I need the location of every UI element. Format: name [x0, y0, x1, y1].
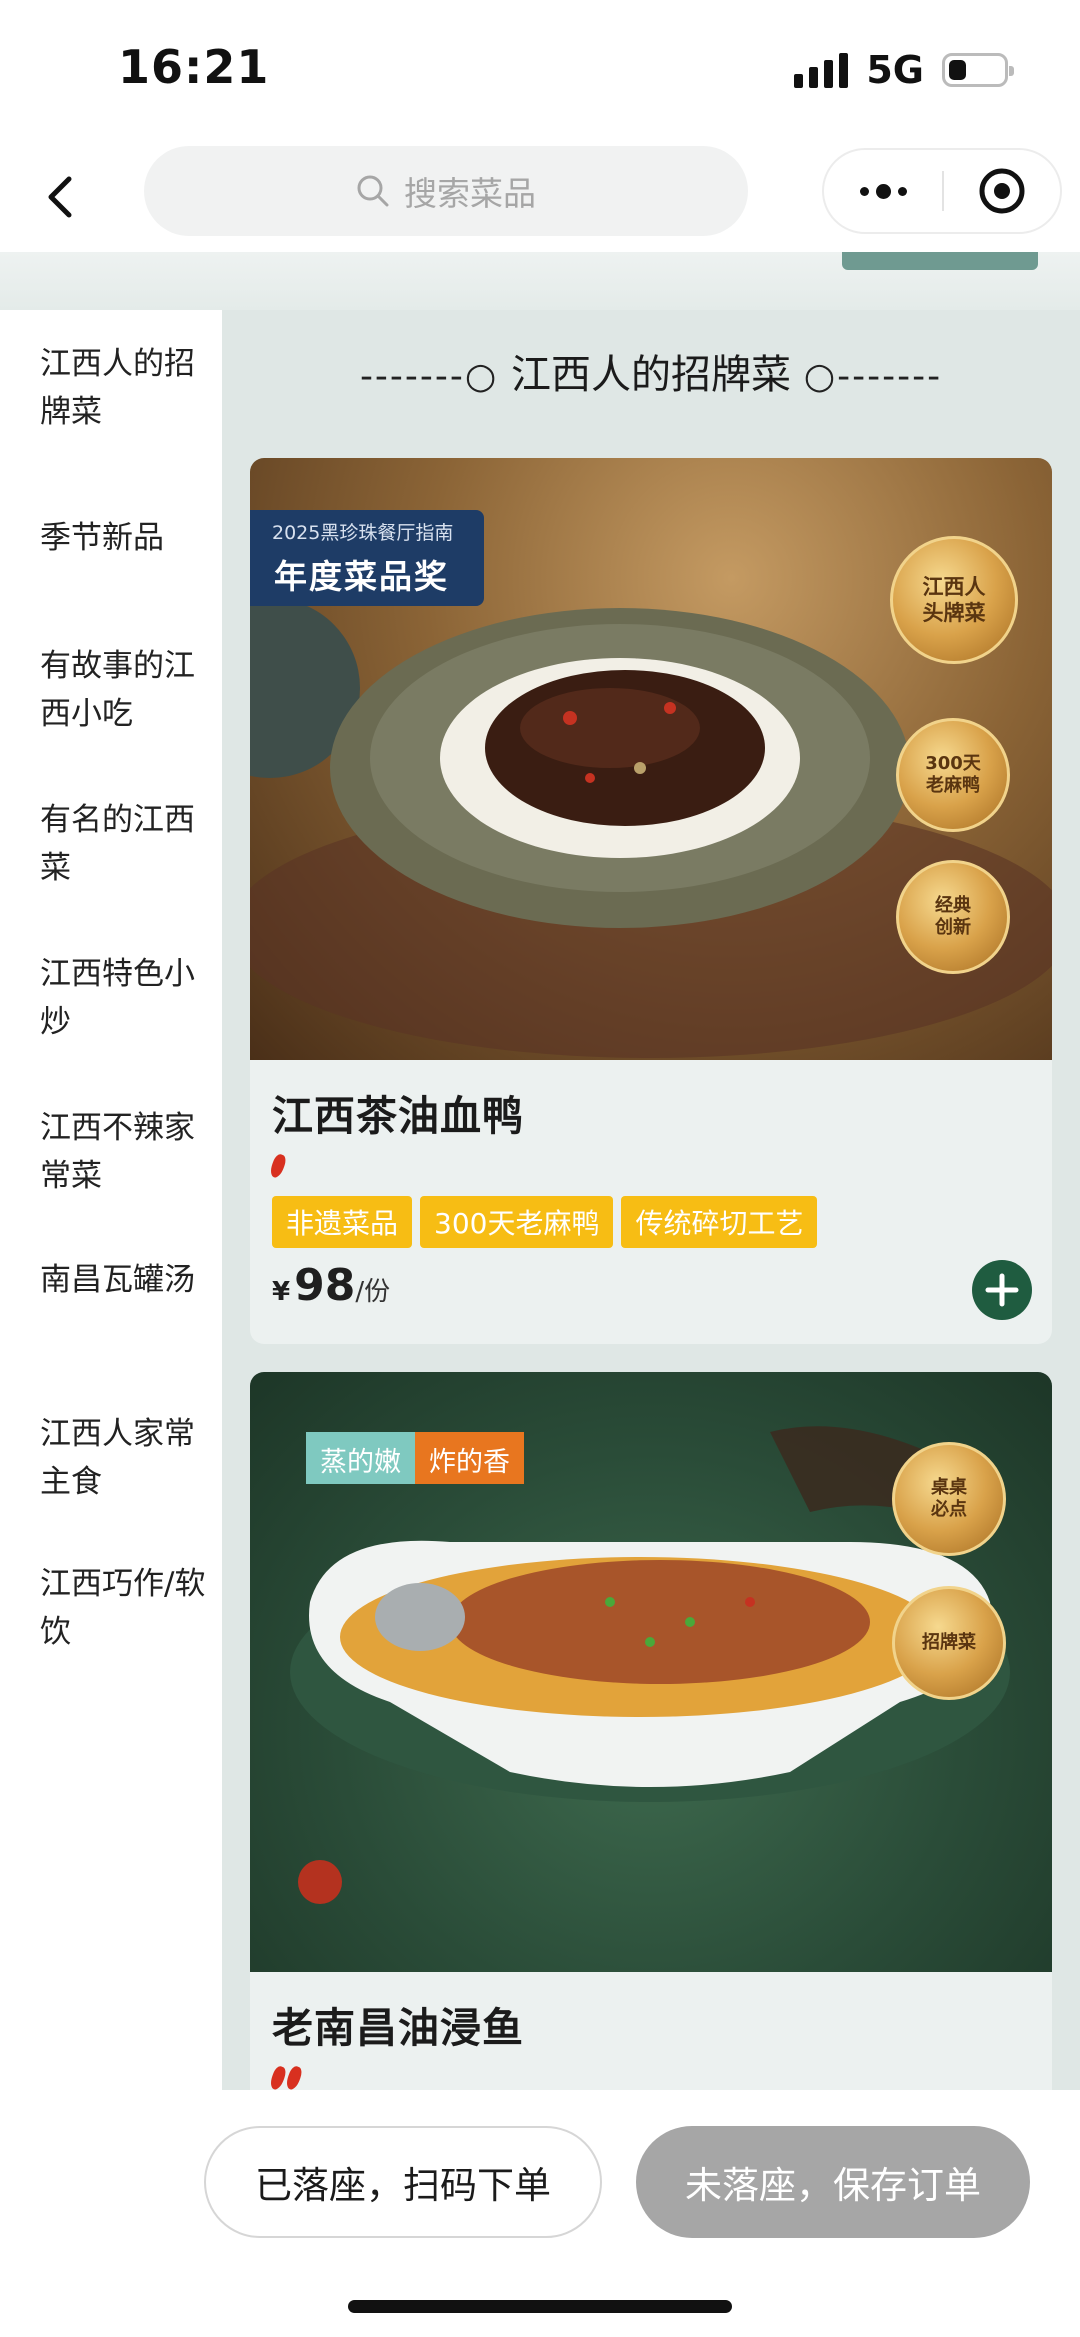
medal-text: 江西人头牌菜	[922, 575, 986, 625]
search-icon	[357, 175, 389, 207]
back-button[interactable]	[30, 162, 90, 232]
dish-list: -------○ 江西人的招牌菜 ○------- 2025黑珍珠餐厅指南 年度…	[222, 310, 1080, 2090]
dish-name: 江西茶油血鸭	[272, 1092, 524, 1140]
award-line2: 年度菜品奖	[274, 557, 449, 596]
award-badge: 2025黑珍珠餐厅指南 年度菜品奖	[250, 510, 484, 606]
section-title: -------○ 江西人的招牌菜 ○-------	[222, 342, 1080, 400]
banner-strip	[0, 252, 1080, 310]
medal-badge: 300天老麻鸭	[896, 718, 1010, 832]
seated-scan-order-button[interactable]: 已落座，扫码下单	[204, 2126, 602, 2238]
medal-badge: 招牌菜	[892, 1586, 1006, 1700]
medal-text: 经典创新	[935, 895, 971, 938]
style-tag-left: 蒸的嫩	[306, 1432, 415, 1484]
section-title-text: 江西人的招牌菜	[511, 352, 791, 398]
dish-tag: 非遗菜品	[272, 1196, 413, 1248]
chevron-left-icon	[48, 176, 72, 218]
status-time: 16:21	[118, 40, 270, 94]
price-unit: /份	[355, 1277, 391, 1307]
plus-icon	[985, 1273, 1019, 1307]
dish-tag: 传统碎切工艺	[621, 1196, 818, 1248]
medal-badge: 桌桌必点	[892, 1442, 1006, 1556]
dish-price: ¥ 98 /份	[272, 1260, 390, 1311]
medal-text: 桌桌必点	[931, 1477, 967, 1520]
dish-photo: 蒸的嫩 炸的香 桌桌必点 招牌菜	[250, 1372, 1052, 1972]
section-title-left-deco: -------○	[359, 356, 499, 397]
award-line1: 2025黑珍珠餐厅指南	[272, 522, 454, 544]
home-indicator[interactable]	[348, 2300, 732, 2313]
more-dots-icon	[859, 183, 907, 199]
dish-info: 老南昌油浸鱼	[250, 1972, 1052, 2090]
dish-info: 江西茶油血鸭 非遗菜品 300天老麻鸭 传统碎切工艺 ¥ 98 /份	[250, 1060, 1052, 1344]
price-symbol: ¥	[272, 1277, 291, 1307]
dish-tag: 300天老麻鸭	[420, 1196, 614, 1248]
add-to-cart-button[interactable]	[972, 1260, 1032, 1320]
section-title-right-deco: ○-------	[803, 356, 943, 397]
medal-badge: 江西人头牌菜	[890, 536, 1018, 664]
price-value: 98	[294, 1260, 356, 1311]
dish-card[interactable]: 蒸的嫩 炸的香 桌桌必点 招牌菜 老南昌油浸鱼	[250, 1372, 1052, 2090]
sidebar-item-snacks[interactable]: 有故事的江西小吃	[40, 642, 210, 738]
network-type: 5G	[866, 48, 924, 92]
chili-icon	[268, 1152, 1030, 1184]
sidebar-item-drinks[interactable]: 江西巧作/软饮	[40, 1560, 210, 1656]
medal-badge: 经典创新	[896, 860, 1010, 974]
search-placeholder: 搜索菜品	[404, 174, 536, 213]
medal-text: 招牌菜	[922, 1632, 976, 1653]
save-order-button[interactable]: 未落座，保存订单	[636, 2126, 1030, 2238]
chili-icon	[268, 2064, 1030, 2090]
sidebar-item-stirfry[interactable]: 江西特色小炒	[40, 950, 210, 1046]
category-sidebar: 江西人的招牌菜 季节新品 有故事的江西小吃 有名的江西菜 江西特色小炒 江西不辣…	[0, 310, 222, 2090]
banner-chip	[842, 252, 1038, 270]
dish-photo: 2025黑珍珠餐厅指南 年度菜品奖 江西人头牌菜 300天老麻鸭 经典创新	[250, 458, 1052, 1060]
status-indicators: 5G	[794, 48, 1014, 92]
mini-program-capsule	[822, 148, 1062, 234]
close-mini-program-button[interactable]	[944, 166, 1060, 216]
style-tag-right: 炸的香	[415, 1432, 524, 1484]
more-button[interactable]	[824, 183, 942, 199]
sidebar-item-staple[interactable]: 江西人家常主食	[40, 1410, 210, 1506]
nav-bar: 搜索菜品	[0, 140, 1080, 252]
medal-text: 300天老麻鸭	[925, 753, 981, 796]
dish-style-tag: 蒸的嫩 炸的香	[306, 1432, 524, 1484]
sidebar-item-famous[interactable]: 有名的江西菜	[40, 796, 210, 892]
search-input[interactable]: 搜索菜品	[144, 146, 748, 236]
dish-name: 老南昌油浸鱼	[272, 2004, 524, 2052]
sidebar-item-soup[interactable]: 南昌瓦罐汤	[40, 1256, 210, 1304]
bottom-action-bar: 已落座，扫码下单 未落座，保存订单	[0, 2090, 1080, 2337]
target-circle-icon	[979, 168, 1025, 214]
dish-tags: 非遗菜品 300天老麻鸭 传统碎切工艺	[272, 1196, 1030, 1248]
sidebar-item-seasonal[interactable]: 季节新品	[40, 514, 210, 562]
dish-card[interactable]: 2025黑珍珠餐厅指南 年度菜品奖 江西人头牌菜 300天老麻鸭 经典创新 江西…	[250, 458, 1052, 1344]
sidebar-item-mild[interactable]: 江西不辣家常菜	[40, 1104, 210, 1200]
status-bar: 16:21 5G	[0, 0, 1080, 140]
sidebar-item-signature[interactable]: 江西人的招牌菜	[40, 340, 210, 436]
signal-icon	[794, 52, 849, 88]
battery-icon	[942, 53, 1014, 87]
